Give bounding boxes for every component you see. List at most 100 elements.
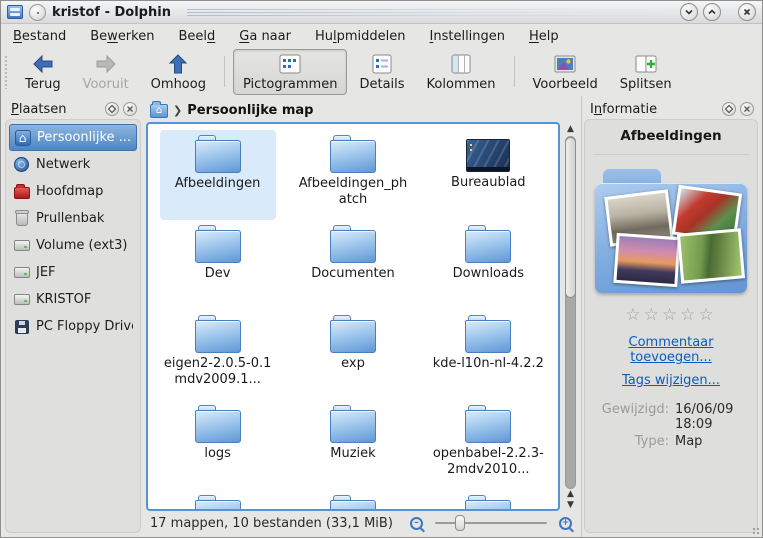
dolphin-app-icon [7,5,23,19]
rating-stars[interactable]: ☆☆☆☆☆ [593,305,749,325]
place-network[interactable]: Netwerk [9,151,137,178]
menu-ga-naar[interactable]: Ga naar [239,29,291,44]
chevron-up-icon [707,7,717,17]
detach-icon [108,105,116,113]
place-home[interactable]: ⌂ Persoonlijke ... [9,124,137,151]
menu-bewerken[interactable]: Bewerken [90,29,154,44]
folder-icon [465,405,511,443]
folder-icon [465,495,511,511]
scroll-down-button[interactable]: ▼ [563,500,578,511]
toolbar-drag-handle[interactable] [3,54,9,89]
menu-help[interactable]: Help [529,29,559,44]
file-item[interactable] [150,490,285,511]
photo-thumbnail [613,233,680,287]
breadcrumb-path[interactable]: Persoonlijke map [187,103,313,118]
folder-icon [195,225,241,263]
information-panel: Informatie Afbeeldingen [581,96,762,537]
columns-view-button[interactable]: Kolommen [417,49,506,95]
scrollbar-thumb[interactable] [565,137,576,298]
file-item[interactable] [421,490,556,511]
scroll-up-button-2[interactable]: ▲ [563,489,578,500]
star-icon[interactable]: ☆ [680,305,698,325]
zoom-out-icon[interactable]: – [410,517,423,530]
places-float-button[interactable] [105,102,119,116]
place-kristof[interactable]: KRISTOF [9,286,137,313]
folder-preview-image [595,169,747,293]
up-button[interactable]: Omhoog [141,49,216,95]
places-close-button[interactable] [123,102,137,116]
folder-icon [330,135,376,173]
file-item-bureaublad[interactable]: Bureaublad [421,130,556,220]
split-view-icon [635,53,657,75]
change-tags-link[interactable]: Tags wijzigen... [593,373,749,388]
file-item-muziek[interactable]: Muziek [285,400,420,490]
floppy-icon [13,318,30,335]
maximize-button[interactable] [703,3,721,21]
window-menu-button[interactable] [29,4,46,21]
metadata-label: Type: [593,434,669,449]
place-jef[interactable]: JEF [9,259,137,286]
close-button[interactable] [738,3,756,21]
star-icon[interactable]: ☆ [625,305,643,325]
arrow-right-icon [95,53,117,75]
info-float-button[interactable] [722,102,736,116]
breadcrumb-separator-icon: ❯ [173,104,182,117]
place-floppy[interactable]: PC Floppy Drive [9,313,137,340]
file-item-exp[interactable]: exp [285,310,420,400]
trash-icon [13,210,30,227]
hard-drive-icon [13,291,30,308]
file-item-logs[interactable]: logs [150,400,285,490]
columns-view-icon [451,53,471,75]
place-trash[interactable]: Prullenbak [9,205,137,232]
scroll-up-button[interactable]: ▲ [563,122,578,136]
red-folder-icon [13,183,30,200]
scrollbar-track[interactable] [565,136,576,489]
preview-icon [554,53,576,75]
file-item-openbabel[interactable]: openbabel-2.2.3-2mdv2010... [421,400,556,490]
star-icon[interactable]: ☆ [698,305,716,325]
star-icon[interactable]: ☆ [662,305,680,325]
menu-beeld[interactable]: Beeld [178,29,215,44]
preview-button[interactable]: Voorbeeld [523,49,608,95]
metadata-label: Gewijzigd: [593,402,669,432]
forward-button[interactable]: Vooruit [73,49,139,95]
main-view-column: ⌂ ❯ Persoonlijke map Afbeeldingen [143,96,581,537]
file-item[interactable] [285,490,420,511]
selected-item-name: Afbeeldingen [593,128,749,144]
zoom-in-icon[interactable]: + [559,517,572,530]
home-folder-icon[interactable]: ⌂ [150,104,168,118]
menu-hulpmiddelen[interactable]: Hulpmiddelen [315,29,406,44]
icons-view-button[interactable]: Pictogrammen [233,49,348,95]
zoom-slider-handle[interactable] [455,515,465,531]
file-item-afbeeldingen-phatch[interactable]: Afbeeldingen_phatch [285,130,420,220]
file-item-kde-l10n[interactable]: kde-l10n-nl-4.2.2 [421,310,556,400]
folder-icon [330,315,376,353]
minimize-button[interactable] [680,3,698,21]
file-item-eigen2[interactable]: eigen2-2.0.5-0.1mdv2009.1... [150,310,285,400]
star-icon[interactable]: ☆ [644,305,662,325]
folder-icon [195,315,241,353]
toolbar: Terug Vooruit Omhoog Pictogrammen [1,49,762,96]
file-item-afbeeldingen[interactable]: Afbeeldingen [150,130,285,220]
menu-bestand[interactable]: Bestand [13,29,66,44]
chevron-down-icon [684,7,694,17]
split-button[interactable]: Splitsen [610,49,682,95]
add-comment-link[interactable]: Commentaar toevoegen... [593,335,749,365]
place-volume-ext3[interactable]: Volume (ext3) [9,232,137,259]
zoom-slider[interactable] [435,515,547,531]
window-resize-grip[interactable] [752,527,760,535]
info-close-button[interactable] [740,102,754,116]
details-view-button[interactable]: Details [349,49,414,95]
places-panel: Plaatsen ⌂ Persoonlijke ... Netwerk [1,96,143,537]
information-panel-title: Informatie [590,102,718,117]
place-root[interactable]: Hoofdmap [9,178,137,205]
file-item-dev[interactable]: Dev [150,220,285,310]
places-panel-title: Plaatsen [11,102,101,117]
file-item-downloads[interactable]: Downloads [421,220,556,310]
back-button[interactable]: Terug [15,49,71,95]
toolbar-separator [224,56,225,87]
close-icon [126,105,134,113]
details-view-icon [372,53,392,75]
file-item-documenten[interactable]: Documenten [285,220,420,310]
menu-instellingen[interactable]: Instellingen [430,29,506,44]
